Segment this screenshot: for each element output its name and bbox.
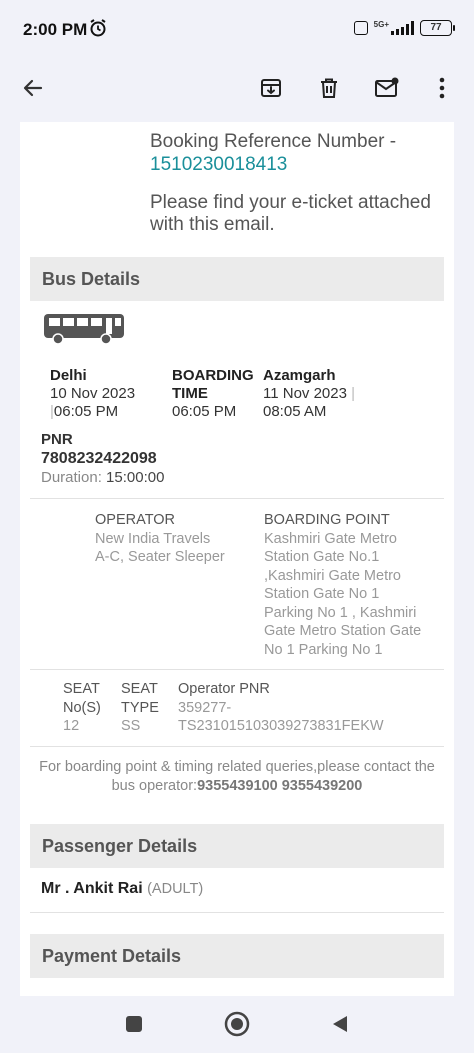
battery-icon: 77 [420, 20, 455, 36]
origin-date: 10 Nov 2023 [50, 385, 136, 402]
bus-details-heading: Bus Details [30, 257, 444, 301]
boarding-point-line: Parking No 1 , Kashmiri [264, 604, 417, 621]
divider [30, 746, 444, 747]
booking-ref-label: Booking Reference Number - [150, 131, 397, 152]
alarm-icon [90, 19, 106, 37]
booking-ref-number[interactable]: 1510230018413 [150, 153, 440, 176]
status-right: 5G+ 77 [353, 19, 455, 36]
boarding-time-column: BOARDING TIME 06:05 PM [172, 367, 254, 421]
signal-icon [391, 21, 414, 35]
network-type: 5G+ [373, 19, 389, 29]
passenger-type: (ADULT) [147, 881, 204, 897]
seat-type-label-2: TYPE [121, 699, 159, 716]
recents-button[interactable] [120, 1010, 148, 1038]
boarding-point-line: Station Gate No 1 [264, 586, 380, 602]
pnr-block: PNR 7808232422098 Duration: 15:00:00 [41, 430, 164, 487]
divider [30, 912, 444, 913]
origin-city: Delhi [50, 367, 87, 384]
seat-no-label-1: SEAT [63, 681, 100, 697]
pnr-label: PNR [41, 431, 73, 448]
mail-unread-icon [375, 77, 399, 97]
seat-type-value: SS [121, 718, 141, 734]
boarding-point-line: Gate Metro Station Gate [264, 623, 422, 639]
system-nav-bar [0, 996, 474, 1053]
destination-city: Azamgarh [263, 367, 336, 384]
more-options-button[interactable] [422, 68, 462, 108]
boarding-time-label-2: TIME [172, 385, 208, 402]
seat-type-block: SEAT TYPE SS [121, 680, 176, 736]
more-vertical-icon [439, 77, 445, 99]
booking-intro: Booking Reference Number - 1510230018413… [150, 130, 440, 236]
boarding-point-line: ,Kashmiri Gate Metro [264, 567, 401, 584]
passenger-details-heading: Passenger Details [30, 824, 444, 868]
operator-type: A-C, Seater Sleeper [95, 549, 225, 565]
destination-column: Azamgarh 11 Nov 2023 | 08:05 AM [263, 367, 355, 421]
status-bar: 2:00 PM 5G+ 77 [0, 0, 474, 56]
operator-name: New India Travels [95, 530, 211, 547]
operator-pnr-line-1: 359277- [178, 699, 232, 716]
passenger-row: Mr . Ankit Rai (ADULT) [41, 880, 203, 898]
home-circle-icon [224, 1011, 250, 1037]
boarding-point-line: Station Gate No.1 [264, 549, 380, 565]
email-toolbar [0, 56, 474, 122]
home-button[interactable] [223, 1010, 251, 1038]
email-body: Booking Reference Number - 1510230018413… [20, 122, 454, 996]
operator-contact-note: For boarding point & timing related quer… [30, 758, 444, 796]
nav-back-button[interactable] [326, 1010, 354, 1038]
trash-icon [321, 78, 337, 98]
archive-icon [261, 79, 281, 97]
boarding-point-line: Kashmiri Gate Metro [264, 530, 397, 547]
origin-time: |06:05 PM [50, 403, 119, 420]
boarding-time-value: 06:05 PM [172, 403, 237, 420]
passenger-name: Mr . Ankit Rai [41, 880, 143, 897]
square-icon [126, 1016, 142, 1032]
seat-no-block: SEAT No(S) 12 [63, 680, 118, 736]
seat-no-label-2: No(S) [63, 699, 101, 716]
archive-button[interactable] [251, 68, 291, 108]
duration: Duration: 15:00:00 [41, 469, 165, 486]
seat-no-value: 12 [63, 718, 80, 734]
boarding-point-block: BOARDING POINT Kashmiri Gate Metro Stati… [264, 511, 444, 659]
delete-button[interactable] [309, 68, 349, 108]
pnr-value: 7808232422098 [41, 450, 157, 467]
boarding-point-line: No 1 Parking No 1 [264, 641, 383, 658]
ticket-message: Please find your e-ticket attached with … [150, 192, 431, 235]
boarding-point-label: BOARDING POINT [264, 512, 390, 528]
back-button[interactable] [13, 68, 53, 108]
operator-pnr-block: Operator PNR 359277- TS23101510303927383… [178, 680, 438, 736]
origin-column: Delhi 10 Nov 2023 |06:05 PM [50, 367, 135, 421]
seat-type-label-1: SEAT [121, 681, 158, 697]
boarding-time-label-1: BOARDING [172, 367, 254, 384]
operator-block: OPERATOR New India Travels A-C, Seater S… [95, 511, 255, 567]
operator-label: OPERATOR [95, 512, 176, 528]
divider [30, 669, 444, 670]
status-time: 2:00 PM [23, 20, 88, 39]
operator-pnr-line-2: TS231015103039273831FEKW [178, 718, 384, 734]
volte-icon [353, 21, 368, 35]
battery-level: 77 [430, 22, 442, 33]
arrow-left-icon [23, 79, 43, 97]
destination-time: 08:05 AM [263, 403, 327, 420]
operator-phones[interactable]: 9355439100 9355439200 [197, 778, 362, 794]
payment-details-heading: Payment Details [30, 934, 444, 978]
operator-pnr-label: Operator PNR [178, 681, 270, 697]
bus-icon [44, 314, 124, 345]
mark-unread-button[interactable] [367, 68, 407, 108]
destination-date: 11 Nov 2023 | [263, 385, 356, 402]
divider [30, 498, 444, 499]
triangle-back-icon [333, 1016, 347, 1032]
